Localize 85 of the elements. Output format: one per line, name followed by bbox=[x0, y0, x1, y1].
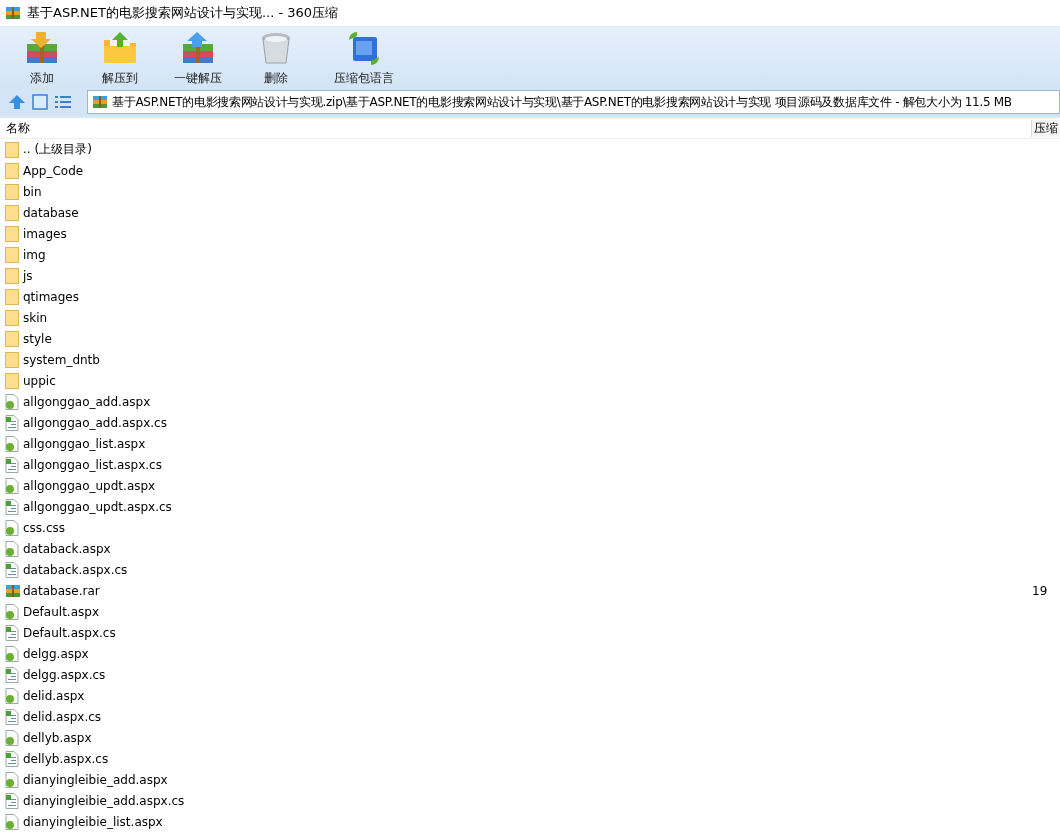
folder-icon bbox=[5, 330, 19, 347]
file-name[interactable]: allgonggao_list.aspx.cs bbox=[23, 457, 1060, 472]
folder-icon bbox=[5, 267, 19, 284]
file-name[interactable]: database.rar bbox=[23, 583, 1032, 598]
archive-icon bbox=[5, 582, 21, 599]
file-name[interactable]: dianyingleibie_list.aspx bbox=[23, 814, 1060, 829]
folder-icon bbox=[5, 162, 19, 179]
file-name[interactable]: bin bbox=[23, 184, 1060, 199]
code-file-icon bbox=[5, 792, 19, 809]
file-name[interactable]: databack.aspx.cs bbox=[23, 562, 1060, 577]
file-name[interactable]: .. (上级目录) bbox=[23, 141, 1060, 158]
file-name[interactable]: allgonggao_updt.aspx.cs bbox=[23, 499, 1060, 514]
archive-icon bbox=[92, 94, 108, 110]
archive-icon bbox=[5, 5, 21, 21]
path-field[interactable]: 基于ASP.NET的电影搜索网站设计与实现.zip\基于ASP.NET的电影搜索网站设计与实现\基于ASP.NET的电影搜索网站设计与实现 项目源码及数据库文件 - 解包大小为 11.5 MB bbox=[87, 90, 1060, 114]
web-file-icon bbox=[5, 645, 19, 662]
web-file-icon bbox=[5, 687, 19, 704]
folder-icon bbox=[5, 246, 19, 263]
list-view-icon[interactable] bbox=[54, 93, 72, 111]
web-file-icon bbox=[5, 540, 19, 557]
code-file-icon bbox=[5, 414, 19, 431]
table-cell-text: 19 bbox=[1032, 583, 1049, 598]
folder-icon bbox=[5, 204, 19, 221]
file-name[interactable]: uppic bbox=[23, 373, 1060, 388]
file-name[interactable]: dellyb.aspx.cs bbox=[23, 751, 1060, 766]
code-file-icon bbox=[5, 750, 19, 767]
folder-icon bbox=[5, 351, 19, 368]
toolbar-button[interactable]: 解压到 bbox=[88, 26, 152, 88]
folder-icon bbox=[5, 225, 19, 242]
column-header[interactable]: 名称 bbox=[0, 119, 1031, 137]
file-name[interactable]: skin bbox=[23, 310, 1060, 325]
code-file-icon bbox=[5, 708, 19, 725]
file-name[interactable]: dianyingleibie_add.aspx bbox=[23, 772, 1060, 787]
web-file-icon bbox=[5, 477, 19, 494]
code-file-icon bbox=[5, 456, 19, 473]
file-name[interactable]: js bbox=[23, 268, 1060, 283]
file-name[interactable]: Default.aspx bbox=[23, 604, 1060, 619]
file-name[interactable]: allgonggao_add.aspx bbox=[23, 394, 1060, 409]
web-file-icon bbox=[5, 435, 19, 452]
column-header[interactable]: 压缩 bbox=[1031, 119, 1060, 137]
web-file-icon bbox=[5, 729, 19, 746]
toolbar-button[interactable]: 一键解压 bbox=[166, 26, 230, 88]
folder-icon bbox=[5, 372, 19, 389]
window-title: 基于ASP.NET的电影搜索网站设计与实现... - 360压缩 bbox=[27, 4, 339, 22]
folder-icon bbox=[5, 183, 19, 200]
toolbar-button[interactable]: 压缩包语言 bbox=[322, 26, 406, 88]
file-name[interactable]: qtimages bbox=[23, 289, 1060, 304]
folder-up-arrow-icon bbox=[102, 30, 138, 66]
file-name[interactable]: delgg.aspx.cs bbox=[23, 667, 1060, 682]
web-file-icon bbox=[5, 771, 19, 788]
file-name[interactable]: css.css bbox=[23, 520, 1060, 535]
file-name[interactable]: allgonggao_add.aspx.cs bbox=[23, 415, 1060, 430]
file-name[interactable]: delid.aspx bbox=[23, 688, 1060, 703]
file-name[interactable]: Default.aspx.cs bbox=[23, 625, 1060, 640]
archive-down-arrow-icon bbox=[24, 30, 60, 66]
file-name[interactable]: style bbox=[23, 331, 1060, 346]
file-name[interactable]: delid.aspx.cs bbox=[23, 709, 1060, 724]
code-file-icon bbox=[5, 624, 19, 641]
folder-icon bbox=[5, 309, 19, 326]
icon-view-icon[interactable] bbox=[31, 93, 49, 111]
file-name[interactable]: dianyingleibie_add.aspx.cs bbox=[23, 793, 1060, 808]
folder-icon bbox=[5, 141, 19, 158]
file-name[interactable]: dellyb.aspx bbox=[23, 730, 1060, 745]
language-icon bbox=[346, 30, 382, 66]
file-name[interactable]: system_dntb bbox=[23, 352, 1060, 367]
archive-up-arrow-icon bbox=[180, 30, 216, 66]
toolbar-button[interactable]: 添加 bbox=[10, 26, 74, 88]
toolbar-button[interactable]: 删除 bbox=[244, 26, 308, 88]
web-file-icon bbox=[5, 603, 19, 620]
web-file-icon bbox=[5, 519, 19, 536]
up-arrow-icon[interactable] bbox=[8, 93, 26, 111]
file-name[interactable]: database bbox=[23, 205, 1060, 220]
file-name[interactable]: databack.aspx bbox=[23, 541, 1060, 556]
web-file-icon bbox=[5, 393, 19, 410]
file-name[interactable]: allgonggao_list.aspx bbox=[23, 436, 1060, 451]
code-file-icon bbox=[5, 498, 19, 515]
file-name[interactable]: img bbox=[23, 247, 1060, 262]
folder-icon bbox=[5, 288, 19, 305]
code-file-icon bbox=[5, 561, 19, 578]
file-name[interactable]: images bbox=[23, 226, 1060, 241]
file-name[interactable]: App_Code bbox=[23, 163, 1060, 178]
file-name[interactable]: allgonggao_updt.aspx bbox=[23, 478, 1060, 493]
web-file-icon bbox=[5, 813, 19, 830]
code-file-icon bbox=[5, 666, 19, 683]
file-name[interactable]: delgg.aspx bbox=[23, 646, 1060, 661]
